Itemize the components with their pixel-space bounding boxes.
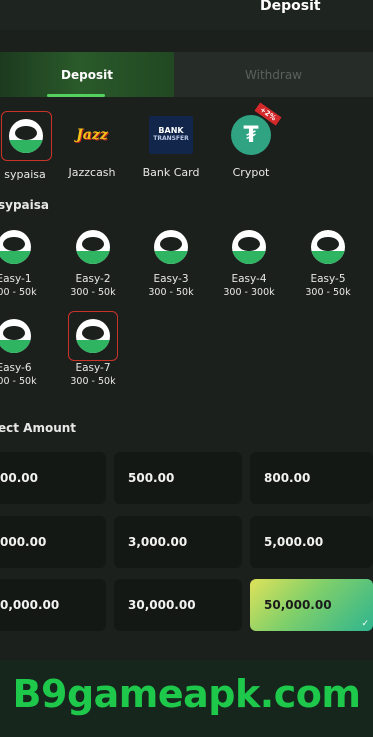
channel-easy-5[interactable]: Easy-5 300 - 50k — [288, 222, 368, 302]
amount-option[interactable]: 500.00 — [114, 452, 242, 504]
amount-option[interactable]: 000.00 — [0, 516, 106, 568]
amount-value: 800.00 — [264, 471, 311, 485]
channel-easy-4[interactable]: Easy-4 300 - 300k — [209, 222, 289, 302]
channel-range: 300 - 50k — [148, 287, 194, 298]
easypaisa-icon — [154, 230, 188, 264]
amount-section-label: ect Amount — [0, 421, 77, 435]
amount-value: 3,000.00 — [128, 535, 188, 549]
amount-value: 00.00 — [0, 471, 38, 485]
active-tab-indicator — [47, 94, 105, 97]
amount-value: 5,000.00 — [264, 535, 324, 549]
amount-option[interactable]: 00.00 — [0, 452, 106, 504]
channel-range: 300 - 50k — [70, 376, 116, 387]
tab-deposit[interactable]: Deposit — [0, 52, 174, 97]
channel-range: 300 - 300k — [223, 287, 275, 298]
channel-easy-3[interactable]: Easy-3 300 - 50k — [131, 222, 211, 302]
method-logo: Jazz — [68, 111, 116, 159]
channel-easy-2[interactable]: Easy-2 300 - 50k — [53, 222, 133, 302]
easypaisa-icon — [0, 230, 31, 264]
check-icon: ✓ — [361, 619, 369, 629]
amount-option[interactable]: 800.00 — [250, 452, 373, 504]
method-label: Jazzcash — [68, 166, 116, 179]
channel-logo — [146, 222, 196, 272]
method-jazzcash[interactable]: Jazz Jazzcash — [52, 111, 132, 181]
tether-icon: ₮ +2% — [231, 102, 282, 155]
method-label: sypaisa — [4, 168, 46, 181]
channel-name: Easy-7 — [75, 362, 111, 374]
tab-deposit-label: Deposit — [61, 67, 113, 82]
channel-name: Easy-2 — [75, 273, 111, 285]
deposit-withdraw-tabs: Deposit Withdraw — [0, 52, 373, 97]
tab-withdraw[interactable]: Withdraw — [174, 52, 373, 97]
channel-easy-6[interactable]: Easy-6 300 - 50k — [0, 311, 54, 391]
easypaisa-icon — [9, 119, 43, 153]
bank-logo-line2: TRANSFER — [153, 135, 189, 142]
easypaisa-icon — [311, 230, 345, 264]
channel-name: Easy-4 — [231, 273, 267, 285]
channel-easy-7[interactable]: Easy-7 300 - 50k — [53, 311, 133, 391]
channel-name: Easy-1 — [0, 273, 32, 285]
channel-logo — [68, 222, 118, 272]
easypaisa-icon — [232, 230, 266, 264]
amount-value: 50,000.00 — [264, 598, 332, 612]
channel-name: Easy-3 — [153, 273, 189, 285]
bank-logo-line1: BANK — [158, 126, 184, 135]
method-label: Crypot — [232, 166, 270, 179]
page-title: Deposit — [260, 0, 321, 14]
easypaisa-icon — [0, 319, 31, 353]
tether-symbol: ₮ — [243, 122, 259, 148]
bank-transfer-icon: BANK TRANSFER — [149, 116, 193, 154]
channel-range: 300 - 50k — [305, 287, 351, 298]
amount-option[interactable]: 3,000.00 — [114, 516, 242, 568]
channel-selected-frame — [68, 311, 118, 361]
easypaisa-icon — [76, 319, 110, 353]
channel-section-label: sypaisa — [0, 198, 50, 212]
channel-easy-1[interactable]: Easy-1 300 - 50k — [0, 222, 54, 302]
amount-value: 0,000.00 — [0, 598, 60, 612]
method-crypot[interactable]: ₮ +2% Crypot — [211, 102, 291, 181]
method-bank-card[interactable]: BANK TRANSFER Bank Card — [131, 111, 211, 181]
amount-value: 000.00 — [0, 535, 47, 549]
method-logo: ₮ +2% — [227, 102, 282, 159]
jazzcash-icon: Jazz — [76, 127, 108, 143]
easypaisa-icon — [76, 230, 110, 264]
channel-name: Easy-6 — [0, 362, 32, 374]
tab-withdraw-label: Withdraw — [245, 67, 302, 82]
watermark: B9gameapk.com — [12, 672, 361, 716]
amount-value: 500.00 — [128, 471, 175, 485]
amount-option-selected[interactable]: 50,000.00 ✓ — [250, 579, 373, 631]
channel-range: 300 - 50k — [0, 376, 37, 387]
method-selected-frame — [0, 111, 52, 161]
channel-range: 300 - 50k — [0, 287, 37, 298]
amount-option[interactable]: 0,000.00 — [0, 579, 106, 631]
channel-logo — [303, 222, 353, 272]
channel-range: 300 - 50k — [70, 287, 116, 298]
method-logo: BANK TRANSFER — [147, 111, 195, 159]
channel-name: Easy-5 — [310, 273, 346, 285]
amount-option[interactable]: 30,000.00 — [114, 579, 242, 631]
channel-logo — [224, 222, 274, 272]
method-label: Bank Card — [142, 166, 200, 179]
channel-logo — [0, 311, 39, 361]
amount-value: 30,000.00 — [128, 598, 196, 612]
amount-option[interactable]: 5,000.00 — [250, 516, 373, 568]
channel-logo — [0, 222, 39, 272]
page-header: Deposit — [0, 0, 373, 30]
